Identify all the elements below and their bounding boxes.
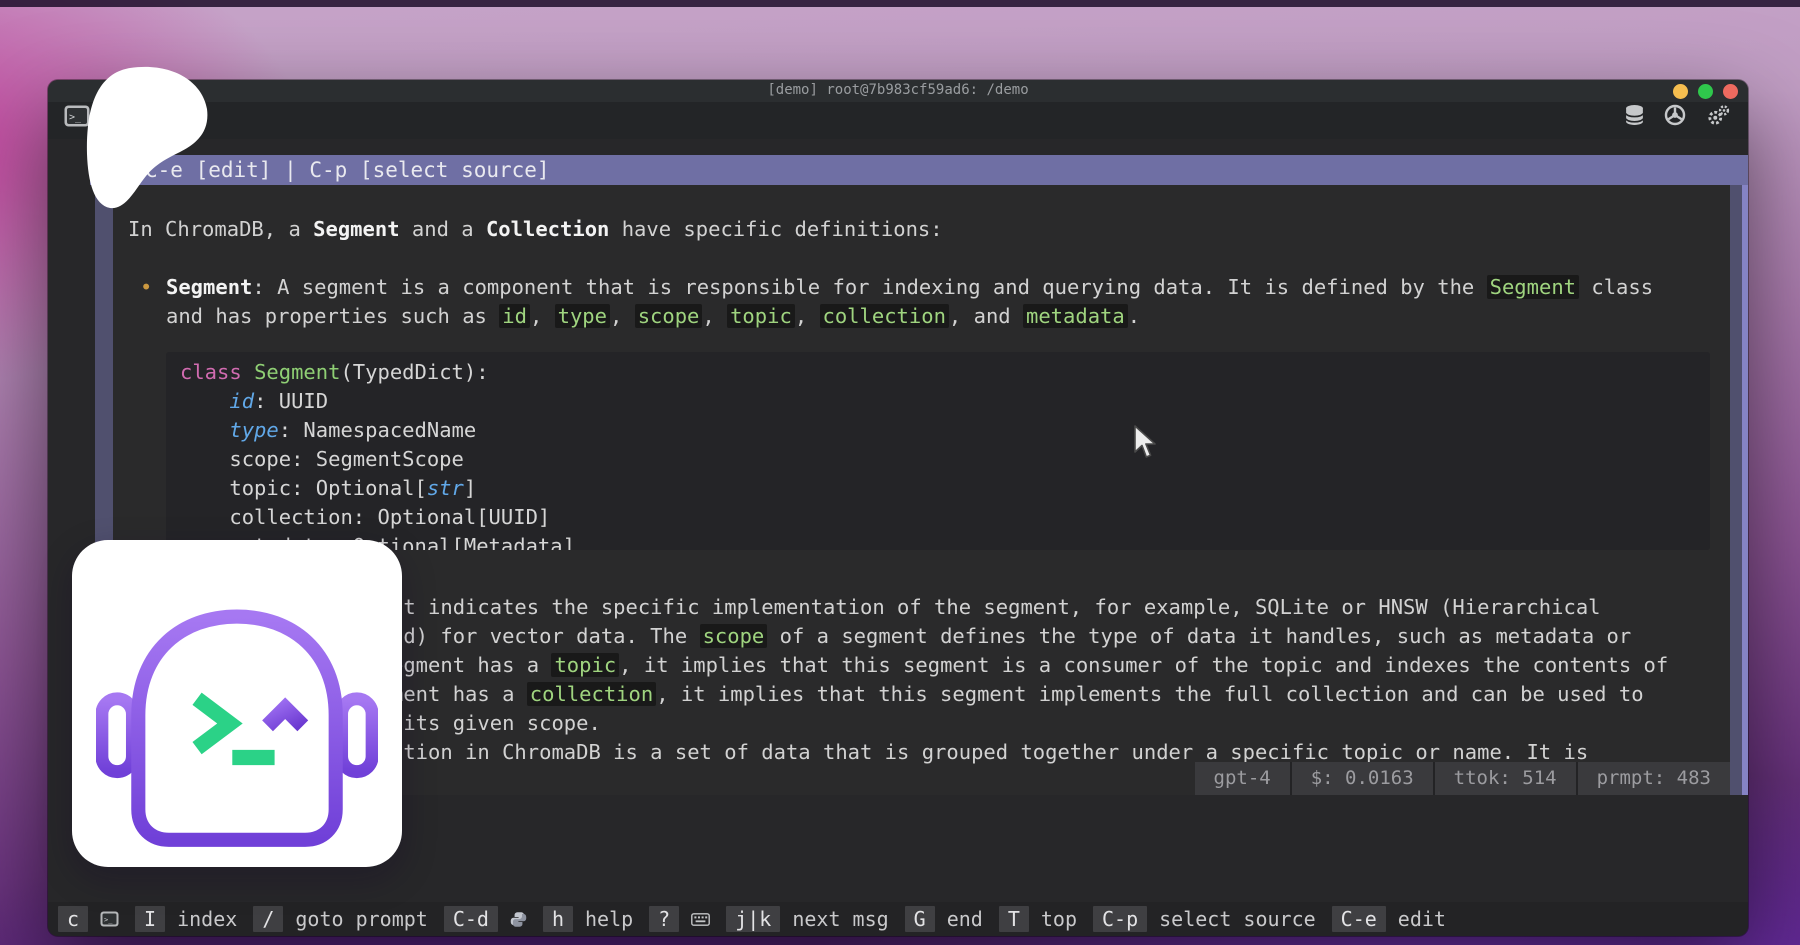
traffic-light-green[interactable]: [1698, 84, 1713, 99]
keybind-goto-prompt[interactable]: / goto prompt: [253, 906, 440, 932]
key-label: select source: [1159, 907, 1316, 931]
chat-intro-line: In ChromaDB, a Segment and a Collection …: [128, 215, 943, 244]
code-line: id: UUID: [180, 387, 328, 416]
keybind-console[interactable]: c >_: [58, 906, 131, 932]
code-block: class Segment(TypedDict): id: UUID type:…: [166, 352, 1710, 550]
caret-eye: [268, 708, 303, 726]
key-chip: c: [58, 906, 88, 932]
key-chip: I: [135, 906, 165, 932]
svg-text:>_: >_: [104, 916, 113, 924]
key-chip: ?: [649, 906, 679, 932]
menu-bar-sliver: [0, 0, 1800, 7]
keybind-keyboard-help[interactable]: ?: [649, 906, 722, 932]
key-label: end: [947, 907, 983, 931]
traffic-light-yellow[interactable]: [1673, 84, 1688, 99]
brand-blob: [82, 64, 212, 218]
code-line: collection: Optional[UUID]: [180, 503, 550, 532]
keybind-help[interactable]: h help: [543, 906, 645, 932]
footer-keybar: c >_ I index / goto prompt C-d: [48, 902, 1748, 936]
window-title: [demo] root@7b983cf59ad6: /demo: [48, 82, 1748, 98]
para-line: nt indicates the specific implementation…: [391, 593, 1601, 622]
prompt-chevron: [197, 699, 230, 748]
keybind-edit[interactable]: C-e edit: [1332, 906, 1458, 932]
mouse-cursor: [1132, 424, 1158, 464]
code-line: type: NamespacedName: [180, 416, 476, 445]
robot-right-ear: [342, 699, 373, 772]
key-label: goto prompt: [295, 907, 427, 931]
bullet-line: Segment: A segment is a component that i…: [166, 273, 1653, 302]
key-chip: C-d: [444, 906, 498, 932]
svg-text:>_: >_: [69, 112, 82, 123]
keybind-select-source[interactable]: C-p select source: [1093, 906, 1328, 932]
key-chip: C-e: [1332, 906, 1386, 932]
brand-card: [72, 540, 402, 867]
bullet-marker: •: [140, 273, 152, 302]
traffic-light-red[interactable]: [1723, 84, 1738, 99]
status-model: gpt-4: [1195, 762, 1290, 795]
key-label: top: [1041, 907, 1077, 931]
toolbar: >_: [48, 102, 1748, 139]
scrollbar-thumb[interactable]: [1742, 185, 1748, 795]
key-label: edit: [1398, 907, 1446, 931]
key-chip: /: [253, 906, 283, 932]
model-status-bar: gpt-4 $: 0.0163 ttok: 514 prmpt: 483: [1195, 762, 1731, 795]
terminal-icon: >_: [100, 911, 119, 927]
code-line: class Segment(TypedDict):: [180, 358, 489, 387]
database-icon[interactable]: [1625, 104, 1644, 126]
para-line: ld) for vector data. The scope of a segm…: [391, 622, 1631, 651]
bullet-line: and has properties such as id, type, sco…: [166, 302, 1140, 331]
code-line: topic: Optional[str]: [180, 474, 476, 503]
key-label: help: [585, 907, 633, 931]
para-line: its given scope.: [391, 709, 601, 738]
key-chip: T: [999, 906, 1029, 932]
message-right-border: [1730, 185, 1742, 795]
key-chip: j|k: [726, 906, 780, 932]
keybind-top[interactable]: T top: [999, 906, 1089, 932]
key-chip: h: [543, 906, 573, 932]
titlebar[interactable]: [demo] root@7b983cf59ad6: /demo: [48, 80, 1748, 102]
para-line: egment has a topic, it implies that this…: [391, 651, 1668, 680]
code-line: scope: SegmentScope: [180, 445, 464, 474]
keybind-python[interactable]: C-d: [444, 906, 539, 932]
key-chip: G: [905, 906, 935, 932]
status-cost: $: 0.0163: [1290, 762, 1433, 795]
key-label: index: [177, 907, 237, 931]
traffic-lights: [1673, 84, 1738, 99]
message-header-bar[interactable]: C-e [edit] | C-p [select source]: [90, 155, 1748, 185]
gears-icon[interactable]: [1706, 104, 1730, 126]
status-prompt: prmpt: 483: [1576, 762, 1730, 795]
cube-icon[interactable]: [1664, 104, 1686, 126]
robot-left-ear: [102, 699, 133, 772]
robot-terminal-logo: [96, 586, 378, 848]
python-icon: [510, 911, 527, 928]
para-line: ment has a collection, it implies that t…: [391, 680, 1644, 709]
keybind-end[interactable]: G end: [905, 906, 995, 932]
keyboard-icon: [691, 913, 710, 926]
robot-head: [138, 617, 335, 840]
keybind-index[interactable]: I index: [135, 906, 249, 932]
key-label: next msg: [792, 907, 888, 931]
key-chip: C-p: [1093, 906, 1147, 932]
desktop-wallpaper: [demo] root@7b983cf59ad6: /demo >_: [0, 0, 1800, 945]
status-tokens: ttok: 514: [1433, 762, 1576, 795]
keybind-next-msg[interactable]: j|k next msg: [726, 906, 900, 932]
